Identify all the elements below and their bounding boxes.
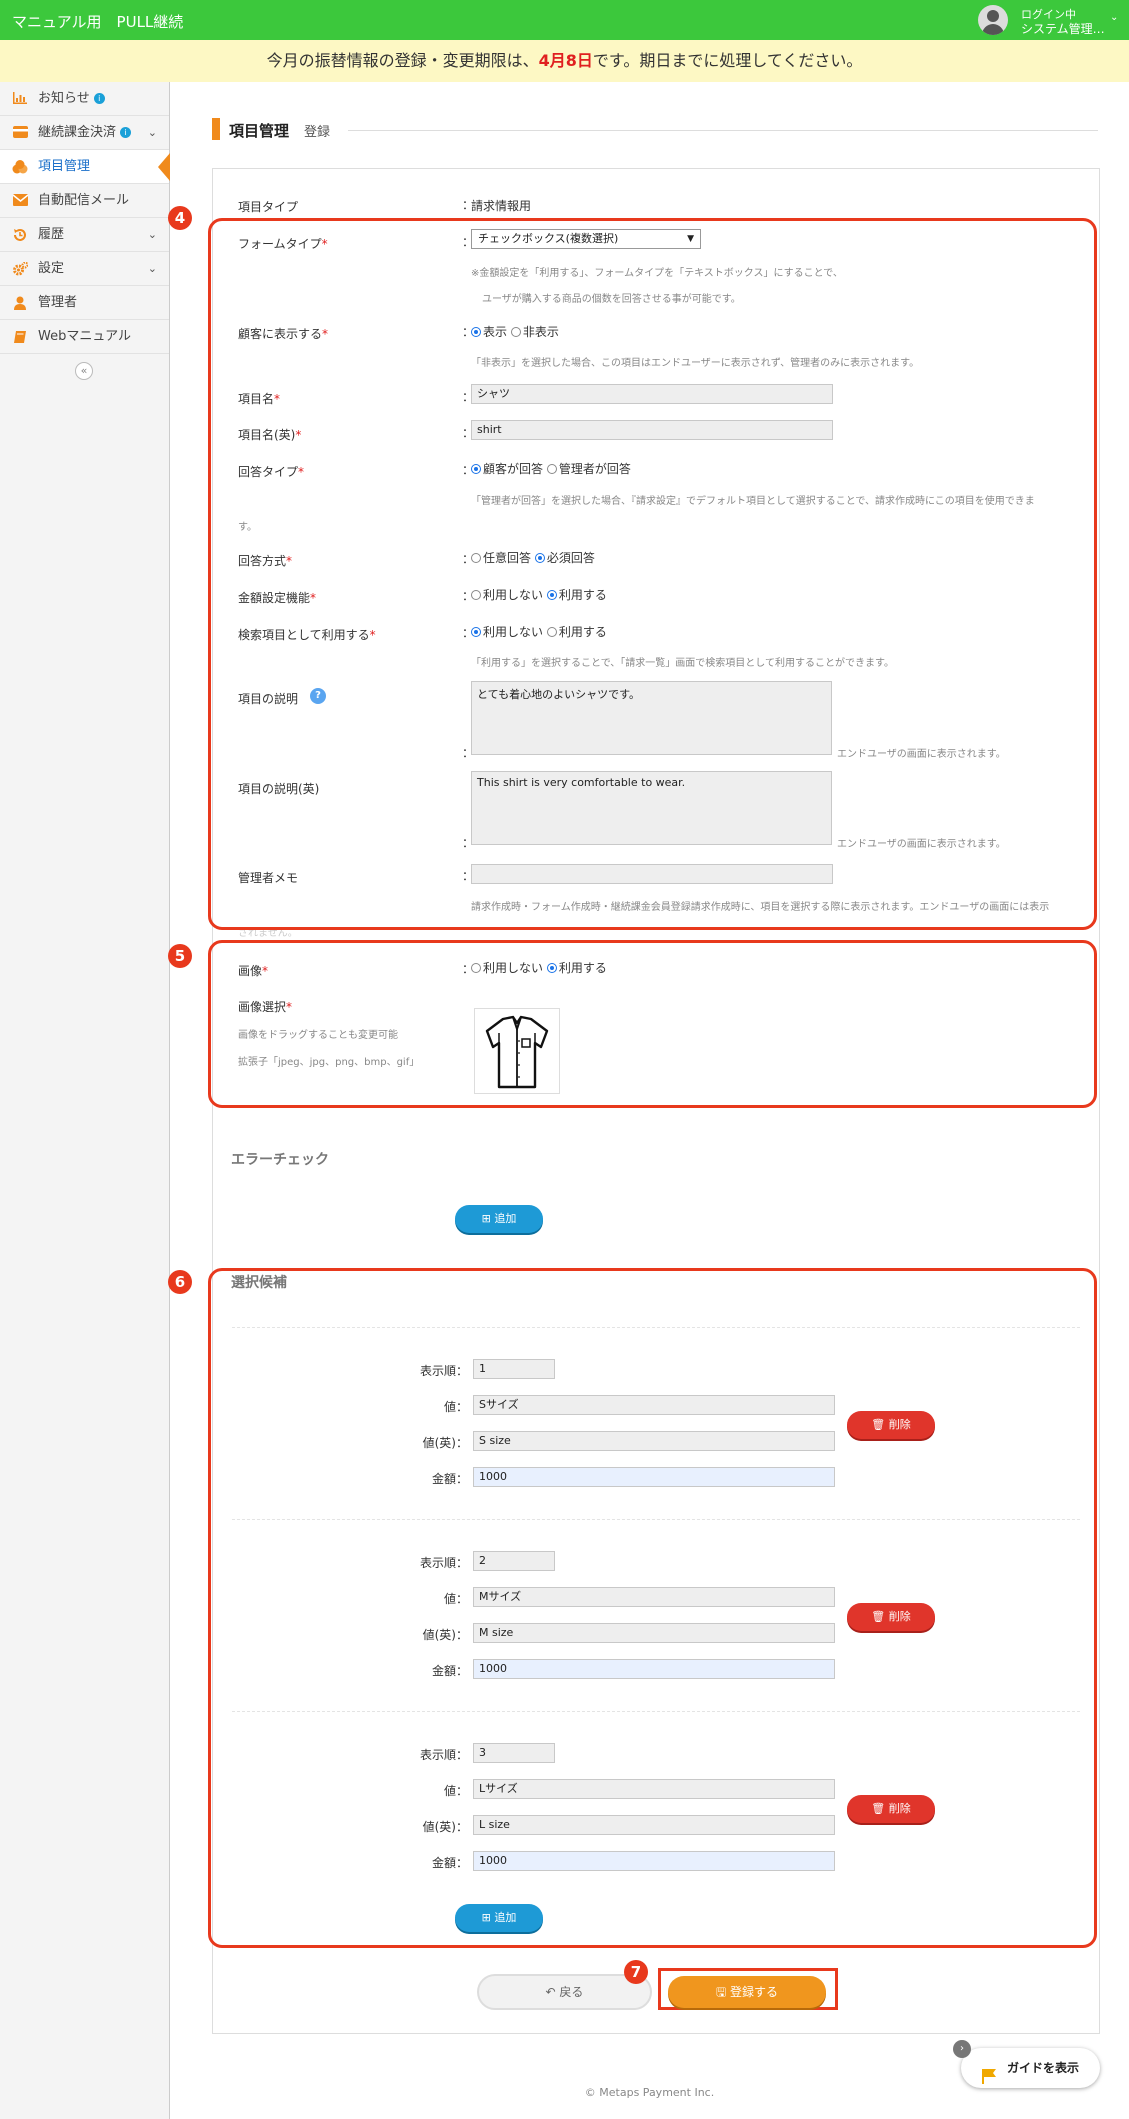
- step-badge-6: 6: [168, 1270, 192, 1294]
- sidebar-item-label: 管理者: [38, 295, 78, 310]
- info-icon: i: [120, 127, 132, 138]
- heading-accent-bar: [212, 118, 220, 140]
- deadline-notice: 今月の振替情報の登録・変更期限は、4月8日です。期日までに処理してください。: [0, 40, 1129, 82]
- notice-suffix: です。期日までに処理してください。: [592, 51, 863, 70]
- page-title: 項目管理: [229, 122, 290, 140]
- show-guide-button[interactable]: ガイドを表示: [961, 2048, 1100, 2088]
- sidebar: お知らせi 継続課金決済i ⌄ 項目管理 自動配信メール 履歴 ⌄ 設定 ⌄: [0, 82, 170, 2119]
- user-menu-chevron-icon[interactable]: ⌄: [1110, 12, 1118, 23]
- sidebar-item-label: 設定: [38, 261, 65, 276]
- sidebar-item-items[interactable]: 項目管理: [0, 150, 170, 184]
- sidebar-item-label: 履歴: [38, 227, 65, 242]
- error-check-title: エラーチェック: [231, 1152, 329, 1168]
- mail-icon: [12, 194, 28, 208]
- notice-deadline: 4月8日: [538, 51, 593, 70]
- user-icon: [12, 296, 28, 310]
- sidebar-item-label: 継続課金決済: [38, 125, 117, 140]
- footer-copyright: © Metaps Payment Inc.: [584, 2086, 715, 2099]
- sidebar-item-admins[interactable]: 管理者: [0, 286, 169, 320]
- sidebar-collapse-button[interactable]: «: [75, 362, 93, 380]
- user-avatar-icon[interactable]: [978, 5, 1008, 35]
- coins-icon: [12, 160, 28, 174]
- flag-icon: [981, 2060, 997, 2084]
- card-icon: [12, 126, 28, 140]
- back-label: 戻る: [559, 1985, 584, 1999]
- save-icon: 🖫: [715, 1985, 731, 1999]
- section-heading: 項目管理 登録: [212, 118, 1100, 140]
- step-badge-7: 7: [624, 1960, 648, 1984]
- user-name[interactable]: システム管理…: [1021, 20, 1105, 37]
- step-badge-5: 5: [168, 944, 192, 968]
- sidebar-item-history[interactable]: 履歴 ⌄: [0, 218, 169, 252]
- sidebar-item-label: 自動配信メール: [38, 193, 130, 208]
- chart-icon: [12, 92, 28, 106]
- item-type-value: 請求情報用: [471, 199, 532, 213]
- highlight-box-6: [208, 1268, 1097, 1948]
- save-button[interactable]: 🖫 登録する: [668, 1976, 826, 2008]
- undo-arrow-icon: ↶: [545, 1985, 560, 1999]
- step-badge-4: 4: [168, 206, 192, 230]
- history-icon: [12, 228, 28, 242]
- book-icon: [12, 330, 28, 344]
- sidebar-item-settings[interactable]: 設定 ⌄: [0, 252, 169, 286]
- sidebar-item-label: 項目管理: [38, 159, 91, 174]
- chevron-down-icon: ⌄: [147, 228, 157, 241]
- guide-toggle-icon[interactable]: ›: [953, 2040, 971, 2058]
- save-label: 登録する: [730, 1985, 779, 1999]
- notice-prefix: 今月の振替情報の登録・変更期限は、: [266, 51, 539, 70]
- app-title: マニュアル用 PULL継続: [12, 13, 184, 31]
- highlight-box-4: [208, 218, 1097, 930]
- heading-divider: [348, 130, 1098, 131]
- top-header-bar: マニュアル用 PULL継続 ログイン中 システム管理… ⌄: [0, 0, 1129, 40]
- sidebar-item-auto-mail[interactable]: 自動配信メール: [0, 184, 169, 218]
- info-icon: i: [93, 93, 105, 104]
- sidebar-item-label: お知らせ: [38, 91, 90, 106]
- sidebar-item-label: Webマニュアル: [38, 329, 131, 344]
- gear-icon: [12, 261, 28, 276]
- guide-label: ガイドを表示: [1007, 2061, 1080, 2075]
- item-type-label: 項目タイプ: [238, 200, 299, 214]
- sidebar-item-news[interactable]: お知らせ i: [0, 82, 169, 116]
- plus-icon: ⊞: [481, 1212, 495, 1225]
- sidebar-item-recurring[interactable]: 継続課金決済 i ⌄: [0, 116, 169, 150]
- add-label: 追加: [494, 1212, 517, 1225]
- sidebar-item-web-manual[interactable]: Webマニュアル: [0, 320, 169, 354]
- highlight-box-5: [208, 940, 1097, 1108]
- error-check-add-button[interactable]: ⊞ 追加: [455, 1205, 543, 1233]
- chevron-down-icon: ⌄: [147, 262, 157, 275]
- chevron-down-icon: ⌄: [147, 126, 157, 139]
- page-subtitle: 登録: [304, 125, 331, 140]
